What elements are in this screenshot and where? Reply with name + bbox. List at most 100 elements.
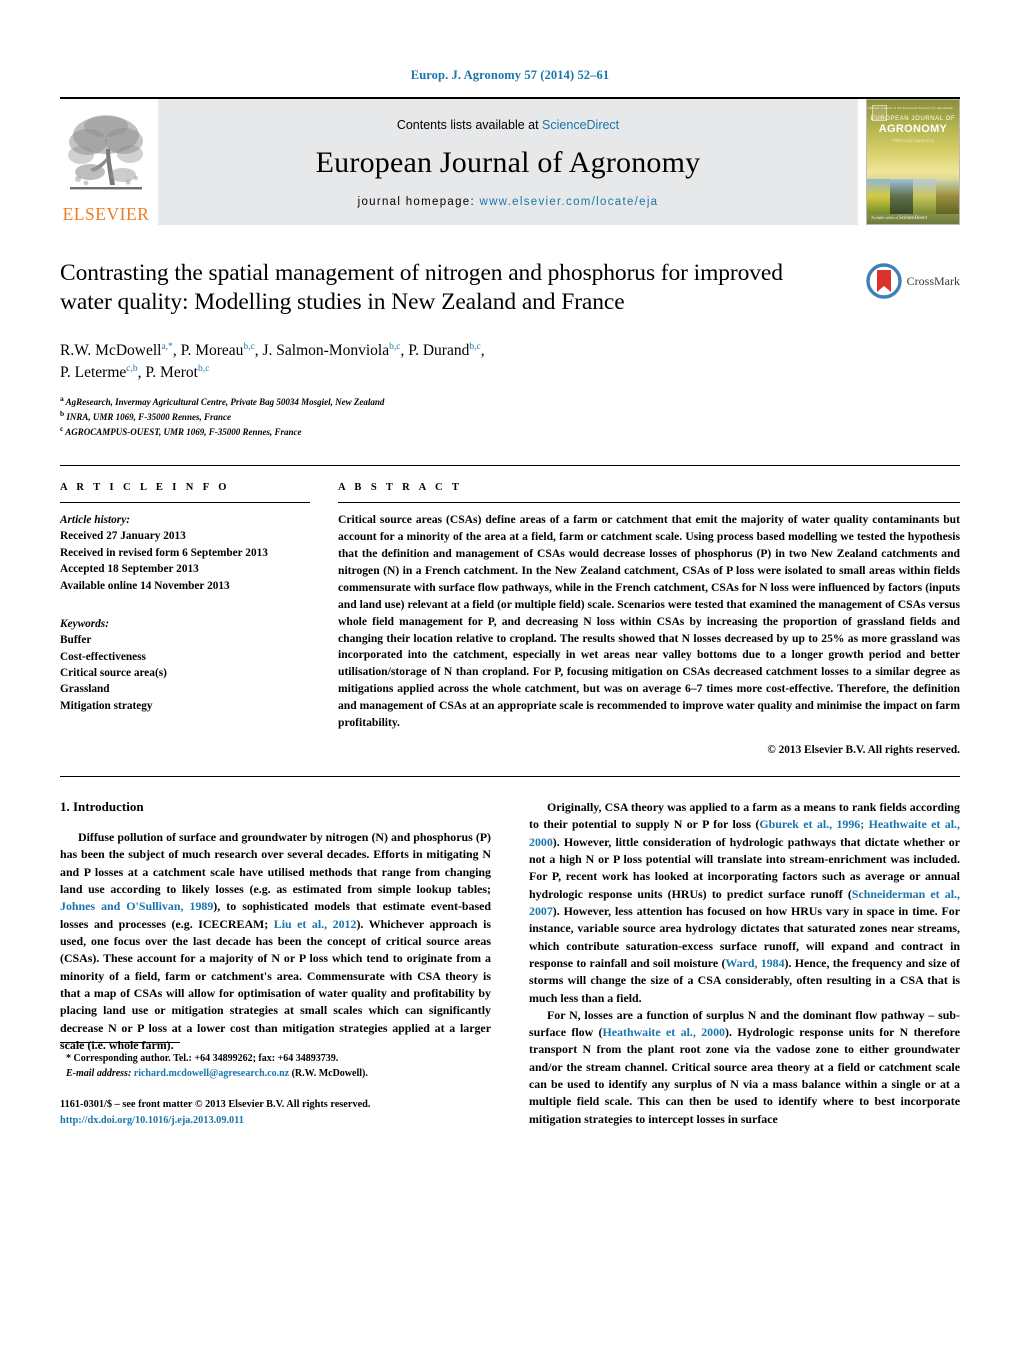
author-name: J. Salmon-Monviola bbox=[262, 342, 390, 359]
abstract-rule bbox=[338, 502, 960, 504]
author-name: P. Moreau bbox=[180, 342, 244, 359]
author-item: P. Letermec,b bbox=[60, 364, 138, 381]
article-info-heading: A R T I C L E I N F O bbox=[60, 482, 230, 494]
elsevier-wordmark: ELSEVIER bbox=[62, 203, 150, 224]
crossmark-label: CrossMark bbox=[906, 273, 960, 288]
author-item: J. Salmon-Monviolab,c bbox=[263, 342, 401, 359]
author-item: P. Merotb,c bbox=[145, 364, 209, 381]
sciencedirect-link[interactable]: ScienceDirect bbox=[542, 118, 619, 132]
paragraph: Diffuse pollution of surface and groundw… bbox=[60, 829, 491, 1054]
crossmark-icon bbox=[865, 263, 902, 299]
issn-line: 1161-0301/$ – see front matter © 2013 El… bbox=[60, 1099, 371, 1111]
journal-title: European Journal of Agronomy bbox=[315, 146, 701, 179]
cover-line-2: AGRONOMY bbox=[878, 123, 948, 135]
body-columns: 1. Introduction Diffuse pollution of sur… bbox=[60, 776, 960, 1128]
keyword-item: Critical source area(s) bbox=[60, 667, 167, 680]
affiliation-list: a AgResearch, Invermay Agricultural Cent… bbox=[60, 394, 960, 439]
info-abstract-section: A R T I C L E I N F O Article history: R… bbox=[60, 465, 960, 756]
citation-link[interactable]: Heathwaite et al., 2000 bbox=[603, 1025, 726, 1039]
history-item: Available online 14 November 2013 bbox=[60, 579, 230, 592]
body-column-right: Originally, CSA theory was applied to a … bbox=[529, 799, 960, 1128]
abstract-heading: A B S T R A C T bbox=[338, 482, 463, 494]
paragraph: For N, losses are a function of surplus … bbox=[529, 1007, 960, 1128]
homepage-url[interactable]: www.elsevier.com/locate/eja bbox=[479, 196, 658, 208]
abstract-column: A B S T R A C T Critical source areas (C… bbox=[338, 482, 960, 756]
email-owner: (R.W. McDowell). bbox=[291, 1068, 368, 1080]
elsevier-tree-icon bbox=[66, 109, 146, 205]
cover-tagline: Official Journal of the European Society… bbox=[867, 106, 953, 110]
article-info-column: A R T I C L E I N F O Article history: R… bbox=[60, 482, 310, 756]
cover-footer-brand: ScienceDirect bbox=[898, 216, 928, 221]
cover-line-3: Field Crop Agronomy bbox=[891, 138, 935, 143]
article-info-rule bbox=[60, 502, 310, 504]
keyword-item: Buffer bbox=[60, 634, 92, 647]
contents-prefix: Contents lists available at bbox=[396, 118, 543, 132]
elsevier-logo: ELSEVIER bbox=[60, 99, 152, 225]
cover-photo-strip bbox=[867, 179, 959, 215]
footnote-rule bbox=[60, 1042, 180, 1044]
title-area: Contrasting the spatial management of ni… bbox=[60, 259, 960, 325]
keyword-item: Grassland bbox=[60, 683, 110, 696]
citation-link[interactable]: Liu et al., 2012 bbox=[274, 917, 357, 931]
author-name: P. Merot bbox=[145, 364, 198, 382]
issn-block: 1161-0301/$ – see front matter © 2013 El… bbox=[60, 1097, 491, 1128]
abstract-copyright: © 2013 Elsevier B.V. All rights reserved… bbox=[767, 744, 960, 757]
author-name: P. Leterme bbox=[60, 364, 127, 382]
author-item: R.W. McDowella,* bbox=[60, 342, 173, 359]
author-affil-marker[interactable]: b,c bbox=[243, 342, 254, 352]
keywords-block: Keywords: Buffer Cost-effectiveness Crit… bbox=[60, 616, 310, 714]
author-affil-marker[interactable]: a,* bbox=[161, 342, 172, 352]
abstract-text: Critical source areas (CSAs) define area… bbox=[338, 513, 960, 730]
citation-link[interactable]: Johnes and O'Sullivan, 1989 bbox=[60, 899, 213, 913]
affiliation-marker: a bbox=[60, 393, 64, 403]
email-note: E-mail address: richard.mcdowell@agresea… bbox=[60, 1066, 491, 1081]
page-title: Contrasting the spatial management of ni… bbox=[60, 260, 783, 316]
citation-link[interactable]: Ward, 1984 bbox=[725, 956, 784, 970]
contents-available-line: Contents lists available at ScienceDirec… bbox=[397, 118, 619, 132]
history-item: Accepted 18 September 2013 bbox=[60, 563, 199, 576]
author-affil-marker[interactable]: b,c bbox=[198, 364, 209, 374]
author-affil-marker[interactable]: b,c bbox=[389, 342, 400, 352]
history-item: Received 27 January 2013 bbox=[60, 530, 186, 543]
affiliation-text: AGROCAMPUS-OUEST, UMR 1069, F-35000 Renn… bbox=[65, 427, 302, 438]
affiliation-item: b INRA, UMR 1069, F-35000 Rennes, France bbox=[60, 409, 960, 424]
keyword-item: Mitigation strategy bbox=[60, 699, 153, 712]
article-first-page: Europ. J. Agronomy 57 (2014) 52–61 ELSEV… bbox=[0, 0, 1020, 1351]
affiliation-text: AgResearch, Invermay Agricultural Centre… bbox=[65, 396, 385, 407]
history-item: Received in revised form 6 September 201… bbox=[60, 546, 268, 559]
author-name: R.W. McDowell bbox=[60, 342, 162, 359]
author-item: P. Moreaub,c bbox=[181, 342, 255, 359]
corresponding-text: Corresponding author. Tel.: +64 34899262… bbox=[73, 1053, 339, 1065]
affiliation-text: INRA, UMR 1069, F-35000 Rennes, France bbox=[66, 411, 231, 422]
author-name: P. Durand bbox=[408, 342, 470, 359]
crossmark-badge[interactable]: CrossMark bbox=[865, 263, 960, 299]
section-title-introduction: 1. Introduction bbox=[60, 799, 144, 815]
paragraph-text: Diffuse pollution of surface and groundw… bbox=[60, 830, 491, 896]
homepage-label: journal homepage: bbox=[357, 196, 480, 208]
paragraph: Originally, CSA theory was applied to a … bbox=[529, 799, 960, 1007]
article-history-block: Article history: Received 27 January 201… bbox=[60, 512, 310, 594]
cover-footer-label: Available online at bbox=[871, 216, 899, 220]
journal-band: Contents lists available at ScienceDirec… bbox=[158, 99, 858, 225]
paragraph-text: ). Whichever approach is used, one focus… bbox=[60, 916, 491, 1052]
footnote-area: * Corresponding author. Tel.: +64 348992… bbox=[60, 1042, 491, 1128]
affiliation-item: c AGROCAMPUS-OUEST, UMR 1069, F-35000 Re… bbox=[60, 424, 960, 439]
corresponding-author-note: * Corresponding author. Tel.: +64 348992… bbox=[60, 1051, 491, 1066]
email-link[interactable]: richard.mcdowell@agresearch.co.nz bbox=[134, 1068, 289, 1079]
author-item: P. Durandb,c bbox=[408, 342, 480, 359]
body-column-left: 1. Introduction Diffuse pollution of sur… bbox=[60, 799, 491, 1128]
keyword-item: Cost-effectiveness bbox=[60, 650, 146, 663]
journal-cover-thumbnail: Official Journal of the European Society… bbox=[866, 99, 960, 225]
affiliation-marker: b bbox=[60, 408, 65, 418]
author-affil-marker[interactable]: b,c bbox=[469, 342, 480, 352]
paragraph-text: ). Hydrologic response units for N there… bbox=[529, 1025, 961, 1126]
cover-footer: Available online at ScienceDirect bbox=[871, 214, 927, 221]
journal-homepage-line: journal homepage: www.elsevier.com/locat… bbox=[358, 196, 659, 208]
author-list: R.W. McDowella,*, P. Moreaub,c, J. Salmo… bbox=[60, 341, 485, 382]
keywords-label: Keywords: bbox=[60, 617, 109, 630]
doi-link[interactable]: http://dx.doi.org/10.1016/j.eja.2013.09.… bbox=[60, 1115, 244, 1126]
author-affil-marker[interactable]: c,b bbox=[126, 364, 137, 374]
email-label: E-mail address: bbox=[66, 1068, 132, 1080]
affiliation-item: a AgResearch, Invermay Agricultural Cent… bbox=[60, 394, 960, 409]
affiliation-marker: c bbox=[60, 424, 64, 434]
